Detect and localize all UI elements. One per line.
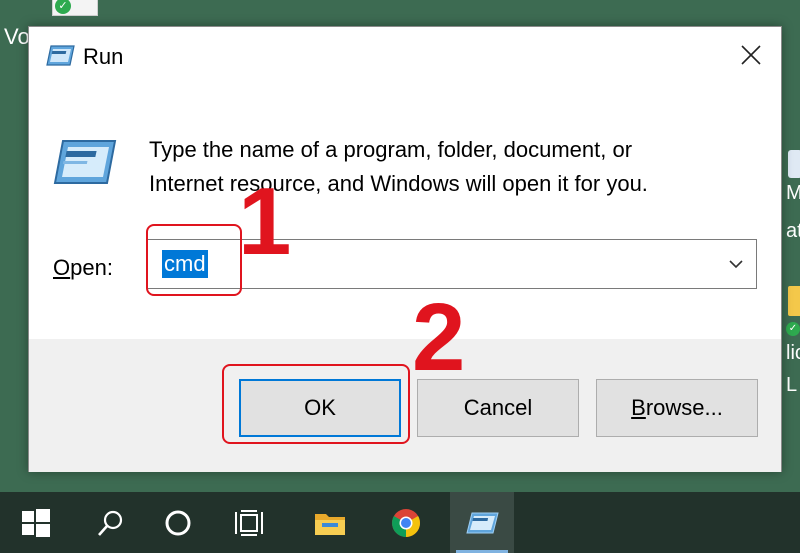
browse-button[interactable]: Browse... xyxy=(596,379,758,437)
desktop-folder-icon[interactable] xyxy=(788,286,800,316)
cortana-icon xyxy=(165,510,191,535)
run-app-icon xyxy=(46,45,75,66)
desktop-icon-label: ati xyxy=(786,220,800,242)
folder-icon xyxy=(315,513,345,535)
start-button[interactable] xyxy=(4,492,68,553)
run-taskbar-button[interactable] xyxy=(450,492,514,553)
run-app-icon xyxy=(466,512,499,533)
desktop-file-icon[interactable]: ✓ xyxy=(52,0,98,16)
close-icon xyxy=(741,45,761,65)
annotation-box-step1 xyxy=(146,224,242,296)
task-view-icon xyxy=(235,509,263,536)
annotation-number-1: 1 xyxy=(238,168,292,275)
file-explorer-taskbar-button[interactable] xyxy=(298,492,362,553)
dropdown-arrow-button[interactable] xyxy=(724,252,748,276)
message-line: Type the name of a program, folder, docu… xyxy=(149,137,633,162)
annotation-number-2: 2 xyxy=(412,284,466,391)
chrome-icon xyxy=(392,508,420,537)
chrome-taskbar-button[interactable] xyxy=(374,492,438,553)
title-bar[interactable]: Run xyxy=(29,27,781,89)
task-view-button[interactable] xyxy=(218,492,282,553)
desktop-icon-label: M xyxy=(786,182,800,204)
taskbar xyxy=(0,492,800,553)
cortana-button[interactable] xyxy=(146,492,210,553)
open-label: Open: xyxy=(53,255,113,280)
annotation-box-step2 xyxy=(222,364,410,444)
desktop-icon-label: lic xyxy=(786,342,800,364)
windows-logo-icon xyxy=(22,508,50,537)
sync-check-icon: ✓ xyxy=(55,0,71,14)
taskbar-search-button[interactable] xyxy=(78,492,142,553)
desktop-app-icon[interactable] xyxy=(788,150,800,178)
search-icon xyxy=(98,510,123,536)
desktop-right-icons: M ati ✓ lic L xyxy=(780,110,800,490)
dialog-title: Run xyxy=(83,44,124,69)
sync-check-icon: ✓ xyxy=(786,322,800,336)
desktop-icon-label: Vo xyxy=(4,24,30,49)
close-button[interactable] xyxy=(727,33,775,77)
run-app-icon xyxy=(53,140,117,184)
chevron-down-icon xyxy=(729,260,743,269)
desktop-icon-label: L xyxy=(786,374,798,396)
